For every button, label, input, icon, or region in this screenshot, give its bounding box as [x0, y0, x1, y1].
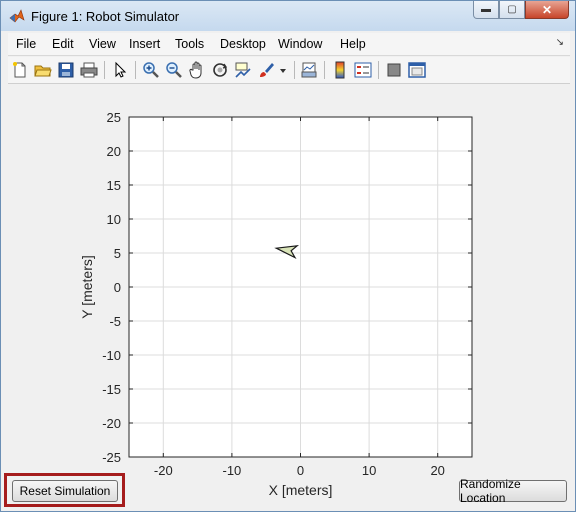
figure-toolbar [8, 57, 570, 84]
show-plot-tools-icon[interactable] [407, 60, 427, 80]
close-button[interactable]: ✕ [525, 1, 569, 19]
y-tick-label: 25 [107, 110, 121, 125]
y-tick-label: 15 [107, 178, 121, 193]
y-tick-label: 0 [114, 280, 121, 295]
robot-plot[interactable]: -20 -10 0 10 20 25 20 15 10 5 0 -5 -10 -15 -20 -25 X [me… [8, 84, 570, 507]
y-tick-label: 5 [114, 246, 121, 261]
toolbar-separator [294, 61, 295, 79]
colorbar-icon[interactable] [330, 60, 350, 80]
minimize-icon: ▬ [481, 4, 491, 15]
menu-tools[interactable]: Tools [175, 37, 204, 51]
y-tick-label: -15 [102, 382, 121, 397]
y-tick-label: -20 [102, 416, 121, 431]
matlab-logo-icon [9, 8, 25, 24]
menu-insert[interactable]: Insert [129, 37, 160, 51]
x-tick-label: 10 [362, 463, 376, 478]
x-tick-label: -10 [223, 463, 242, 478]
toolbar-separator [104, 61, 105, 79]
close-icon: ✕ [541, 2, 553, 17]
zoom-out-icon[interactable] [164, 60, 184, 80]
brush-icon[interactable] [256, 60, 276, 80]
legend-icon[interactable] [353, 60, 373, 80]
toolbar-separator [135, 61, 136, 79]
zoom-in-icon[interactable] [141, 60, 161, 80]
hide-plot-tools-icon[interactable] [384, 60, 404, 80]
new-figure-icon[interactable] [10, 60, 30, 80]
brush-dropdown-icon[interactable] [278, 60, 288, 80]
y-tick-label: -5 [109, 314, 121, 329]
toolbar-separator [324, 61, 325, 79]
menu-window[interactable]: Window [278, 37, 322, 51]
menu-file[interactable]: File [16, 37, 36, 51]
y-tick-label: 20 [107, 144, 121, 159]
save-icon[interactable] [56, 60, 76, 80]
y-axis-label: Y [meters] [79, 255, 95, 319]
rotate-3d-icon[interactable] [210, 60, 230, 80]
randomize-location-button[interactable]: Randomize Location [459, 477, 567, 505]
pan-hand-icon[interactable] [187, 60, 207, 80]
maximize-icon: ▢ [507, 4, 517, 15]
open-file-icon[interactable] [33, 60, 53, 80]
menu-desktop[interactable]: Desktop [220, 37, 266, 51]
x-tick-label: -20 [154, 463, 173, 478]
y-tick-label: -25 [102, 450, 121, 465]
menu-bar: File Edit View Insert Tools Desktop Wind… [8, 33, 570, 56]
pointer-icon[interactable] [110, 60, 130, 80]
title-bar[interactable]: Figure 1: Robot Simulator ▬ ▢ ✕ [1, 1, 575, 31]
link-plot-icon[interactable] [299, 60, 319, 80]
reset-simulation-button[interactable]: Reset Simulation [12, 480, 118, 502]
y-tick-label: -10 [102, 348, 121, 363]
print-icon[interactable] [79, 60, 99, 80]
x-axis-label: X [meters] [269, 482, 333, 498]
dock-arrow-icon[interactable]: ↘ [556, 37, 564, 48]
menu-view[interactable]: View [89, 37, 116, 51]
figure-window: Figure 1: Robot Simulator ▬ ▢ ✕ File Edi… [0, 0, 576, 512]
toolbar-separator [378, 61, 379, 79]
maximize-button[interactable]: ▢ [499, 1, 525, 19]
x-tick-label: 20 [430, 463, 444, 478]
x-tick-label: 0 [297, 463, 304, 478]
window-title: Figure 1: Robot Simulator [31, 9, 180, 24]
minimize-button[interactable]: ▬ [473, 1, 499, 19]
menu-edit[interactable]: Edit [52, 37, 74, 51]
y-tick-label: 10 [107, 212, 121, 227]
menu-help[interactable]: Help [340, 37, 366, 51]
data-cursor-icon[interactable] [233, 60, 253, 80]
figure-canvas: -20 -10 0 10 20 25 20 15 10 5 0 -5 -10 -15 -20 -25 X [me… [4, 84, 570, 507]
